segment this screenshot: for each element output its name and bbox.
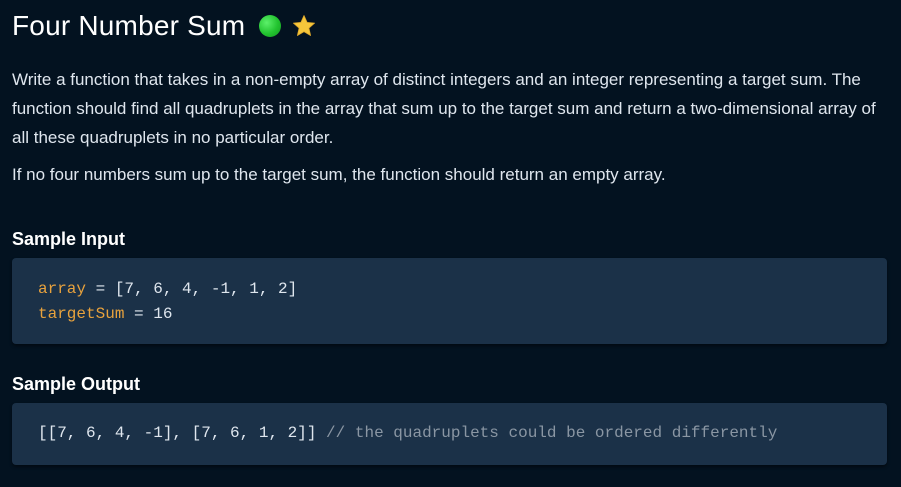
description-paragraph: If no four numbers sum up to the target … — [12, 165, 666, 184]
code-line: [[7, 6, 4, -1], [7, 6, 1, 2]] // the qua… — [38, 421, 861, 446]
variable-value: [7, 6, 4, -1, 1, 2] — [114, 280, 298, 298]
star-icon[interactable] — [292, 14, 316, 38]
variable-name: targetSum — [38, 305, 125, 323]
title-row: Four Number Sum — [12, 0, 889, 51]
operator: = — [124, 305, 154, 323]
description-paragraph: Write a function that takes in a non-emp… — [12, 70, 876, 147]
sample-input-heading: Sample Input — [12, 229, 126, 249]
code-comment: // the quadruplets could be ordered diff… — [316, 424, 778, 442]
sample-output-code-block: [[7, 6, 4, -1], [7, 6, 1, 2]] // the qua… — [12, 403, 887, 465]
green-circle-icon — [259, 15, 282, 37]
question-page: Four Number Sum Write a function that ta… — [0, 0, 901, 487]
question-title: Four Number Sum — [12, 10, 246, 41]
code-line: array = [7, 6, 4, -1, 1, 2] — [38, 277, 861, 302]
output-value: [[7, 6, 4, -1], [7, 6, 1, 2]] — [38, 424, 317, 442]
variable-name: array — [38, 280, 87, 298]
code-line: targetSum = 16 — [38, 302, 861, 327]
variable-value: 16 — [153, 305, 173, 323]
sample-input-code-block: array = [7, 6, 4, -1, 1, 2] targetSum = … — [12, 258, 887, 344]
operator: = — [86, 280, 115, 298]
sample-output-heading: Sample Output — [12, 374, 141, 394]
